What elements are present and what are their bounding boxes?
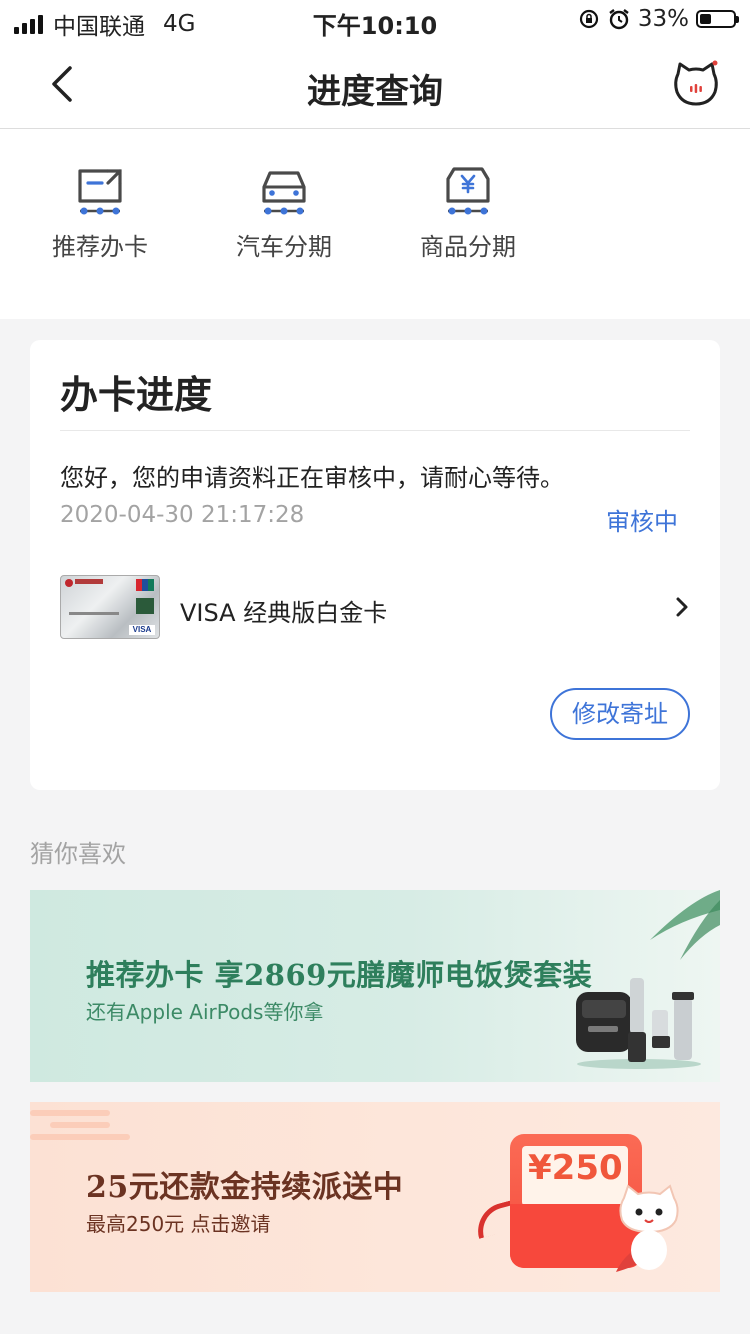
bonus-amount: ¥250 — [528, 1148, 623, 1188]
section-title-recommend: 猜你喜欢 — [30, 840, 126, 868]
quick-item-label: 汽车分期 — [236, 233, 332, 261]
quick-item-label: 推荐办卡 — [52, 233, 148, 261]
application-date: 2020-04-30 21:17:28 — [60, 502, 305, 528]
cat-mascot-icon — [616, 1184, 679, 1272]
edit-address-button[interactable]: 修改寄址 — [550, 688, 690, 740]
car-icon — [262, 171, 306, 215]
progress-card: 办卡进度 您好，您的申请资料正在审核中，请耐心等待。 2020-04-30 21… — [30, 340, 720, 790]
palm-leaf-decoration — [650, 890, 720, 960]
card-title: 办卡进度 — [60, 373, 213, 417]
battery-fill — [700, 14, 711, 24]
quick-menu: 推荐办卡 汽车分期 商品分期 — [0, 129, 750, 319]
promo-banner-card-offer[interactable]: 推荐办卡 享2869元膳魔师电饭煲套装 还有Apple AirPods等你拿 — [30, 890, 720, 1082]
cat-mascot-icon[interactable] — [672, 60, 720, 108]
quick-item-label: 商品分期 — [420, 233, 516, 261]
status-message: 您好，您的申请资料正在审核中，请耐心等待。 — [60, 464, 564, 492]
rice-cooker-set-image — [576, 978, 701, 1069]
banner-title: 推荐办卡 享2869元膳魔师电饭煲套装 — [86, 958, 593, 992]
status-right: 33% — [578, 6, 739, 32]
card-product-name: VISA 经典版白金卡 — [180, 599, 388, 627]
banner-subtitle: 还有Apple AirPods等你拿 — [86, 1000, 324, 1024]
decor-stripe — [30, 1134, 130, 1140]
page-title: 进度查询 — [307, 72, 443, 112]
decor-stripe — [50, 1122, 110, 1128]
promo-banner-repayment-bonus[interactable]: 25元还款金持续派送中 最高250元 点击邀请 ¥250 — [30, 1102, 720, 1292]
card-product-row[interactable]: VISA VISA 经典版白金卡 — [60, 575, 690, 639]
share-card-icon — [78, 169, 122, 215]
banner-subtitle: 最高250元 点击邀请 — [86, 1212, 271, 1236]
review-status: 审核中 — [606, 508, 678, 536]
chevron-right-icon — [676, 597, 688, 617]
status-bar: 中国联通 4G 下午10:10 33% — [0, 0, 750, 40]
battery-percent: 33% — [637, 6, 689, 32]
visa-logo: VISA — [129, 625, 155, 635]
alarm-icon — [609, 9, 629, 30]
quick-item-goods-loan[interactable]: 商品分期 — [378, 161, 558, 262]
credit-card-thumbnail: VISA — [60, 575, 160, 639]
banner-title: 25元还款金持续派送中 — [86, 1170, 404, 1205]
decor-stripe — [30, 1110, 110, 1116]
divider — [60, 430, 690, 431]
rotation-lock-icon — [579, 9, 598, 29]
battery-icon — [696, 10, 739, 28]
quick-item-recommend-card[interactable]: 推荐办卡 — [10, 161, 190, 262]
nav-bar: 进度查询 — [0, 40, 750, 129]
yen-box-icon — [446, 167, 490, 215]
quick-item-car-loan[interactable]: 汽车分期 — [194, 161, 374, 262]
